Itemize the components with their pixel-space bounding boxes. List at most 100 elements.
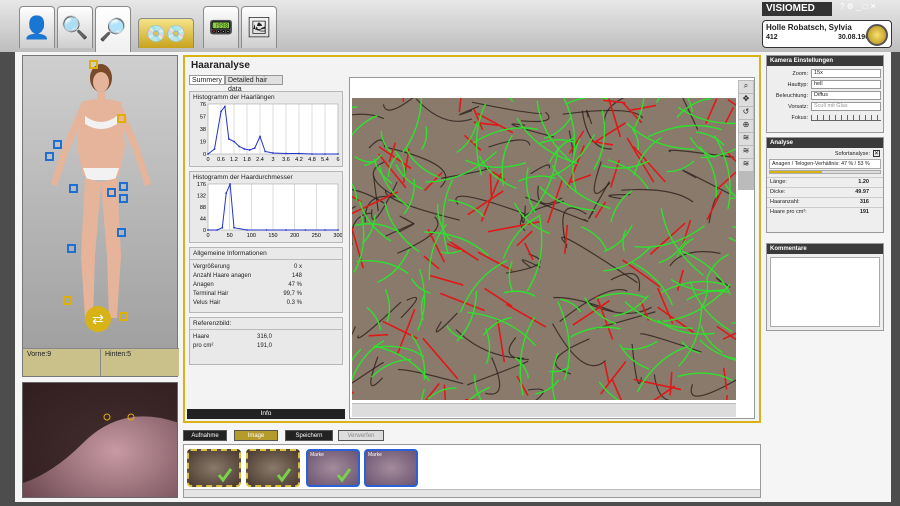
marker-arm-upper[interactable] [53, 140, 62, 149]
reference-info: Referenzbild: Haare 316,0 pro cm² 191,0 [189, 317, 343, 365]
x-tick-label: 200 [290, 233, 299, 239]
x-tick-label: 6 [336, 157, 339, 163]
x-tick-label: 100 [247, 233, 256, 239]
marker-knee[interactable] [117, 228, 126, 237]
focus-slider[interactable] [811, 114, 881, 121]
tab-summary[interactable]: Summery [189, 75, 225, 85]
image-button[interactable]: Image [234, 430, 278, 441]
marker-chest[interactable] [117, 114, 126, 123]
zoom-select[interactable]: 15x [811, 69, 881, 78]
marker-thigh[interactable] [107, 188, 116, 197]
y-tick-label: 19 [200, 140, 206, 146]
person-icon: 👤 [23, 14, 51, 40]
red-hair-mark [489, 173, 493, 196]
marker-hip-left[interactable] [69, 184, 78, 193]
info-row: Anagen 47 % [193, 282, 302, 288]
ratio-label: Anagen / Telogen-Verhältnis: 47 % / 53 % [769, 159, 881, 169]
analysis-row: Länge: 1.20 [767, 177, 883, 187]
comments-textarea[interactable] [770, 257, 880, 327]
hair-marker-icon[interactable]: ≋ [739, 159, 753, 171]
marker-hip-right[interactable] [119, 182, 128, 191]
attachment-select[interactable]: Scull mit Glas [811, 102, 881, 111]
info-row: Vergrößerung 0 x [193, 264, 302, 270]
analysis-row: Haaranzahl: 316 [767, 197, 883, 207]
x-tick-label: 2.4 [256, 157, 264, 163]
x-tick-label: 250 [312, 233, 321, 239]
gallery-icon: 🖼 [246, 17, 272, 39]
flip-view-icon[interactable]: ⇄ [85, 306, 111, 332]
zoom-tool-icon[interactable]: ⌕ [739, 81, 753, 93]
marker-foot-left[interactable] [63, 296, 72, 305]
body-map[interactable]: ⇄ Vorne:9 Hinten:5 [22, 55, 179, 377]
marker-shin[interactable] [67, 244, 76, 253]
checkmark-icon [276, 468, 292, 483]
tab-analysis[interactable]: 🔎 [95, 6, 131, 52]
window-controls[interactable]: ? ⚙ _ □ ✕ [840, 2, 890, 12]
person-search-icon: 🔍 [61, 14, 89, 40]
disc-icon: 💿💿 [146, 25, 186, 43]
lighting-select[interactable]: Diffus [811, 91, 881, 100]
y-tick-label: 0 [203, 228, 206, 234]
camera-preview[interactable] [22, 382, 178, 498]
auto-analysis-label: Sofortanalyse: [834, 150, 870, 157]
y-tick-label: 0 [203, 152, 206, 158]
thumbnail[interactable]: Marke [306, 449, 360, 487]
tab-gallery[interactable]: 🖼 [241, 6, 277, 48]
thumbnail[interactable]: Marke [364, 449, 418, 487]
tab-camera-disc[interactable]: 💿💿 [138, 18, 194, 48]
front-count: Vorne:9 [23, 349, 101, 376]
body-figure [51, 64, 151, 318]
camera-title: Kamera Einstellungen [767, 56, 883, 66]
comments-title: Kommentare [767, 244, 883, 254]
checkmark-icon [336, 468, 352, 483]
x-tick-label: 150 [268, 233, 277, 239]
hair-length-histogram: Histogramm der Haarlängen 0 0.6 1.2 1.8 2.4 3… [189, 91, 343, 167]
checkmark-icon [217, 468, 233, 483]
camera-settings: Kamera Einstellungen Zoom: 15x Hauttyp: he… [766, 55, 884, 133]
hair-marker-icon[interactable]: ≋ [739, 133, 753, 145]
save-button[interactable]: Speichern [285, 430, 333, 441]
skin-type-select[interactable]: hell [811, 80, 881, 89]
pan-tool-icon[interactable]: ✥ [739, 94, 753, 106]
reference-title: Referenzbild: [190, 318, 342, 330]
thumbnail-scrollbar[interactable] [184, 489, 760, 497]
info-button[interactable]: Info [187, 409, 345, 419]
tab-device[interactable]: 📟 [203, 6, 239, 48]
discard-button[interactable]: Verwerfen [338, 430, 384, 441]
magnifier-tool-icon[interactable]: ⊕ [739, 120, 753, 132]
body-count-bar: Vorne:9 Hinten:5 [23, 348, 179, 376]
rotate-tool-icon[interactable]: ↺ [739, 107, 753, 119]
tab-patient[interactable]: 👤 [19, 6, 55, 48]
x-tick-label: 0 [206, 233, 209, 239]
marker-head[interactable] [89, 60, 98, 69]
device-icon: 📟 [208, 17, 234, 39]
brand-logo: VISIOMED [762, 2, 832, 16]
hair-diameter-histogram: Histogramm der Haardurchmesser 0 50 100 150… [189, 171, 343, 243]
thumbnail[interactable] [187, 449, 241, 487]
magnifier-icon: 🔎 [99, 16, 127, 42]
y-tick-label: 57 [200, 115, 206, 121]
marker-foot-right[interactable] [119, 312, 128, 321]
hair-analysis-image[interactable] [352, 98, 736, 400]
auto-analysis-checkbox[interactable]: ✕ [873, 150, 880, 157]
hair-marker-icon[interactable]: ≋ [739, 146, 753, 158]
comments-panel: Kommentare [766, 243, 884, 331]
y-tick-label: 176 [197, 182, 206, 188]
x-tick-label: 1.2 [230, 157, 238, 163]
tab-search-patient[interactable]: 🔍 [57, 6, 93, 48]
x-tick-label: 4.8 [308, 157, 316, 163]
lighting-label: Beleuchtung: [775, 92, 808, 99]
general-info: Allgemeine Informationen Vergrößerung 0 x… [189, 247, 343, 313]
analysis-panel: Analyse Sofortanalyse: ✕ Anagen / Telogen… [766, 137, 884, 233]
marker-arm-lower[interactable] [45, 152, 54, 161]
capture-button[interactable]: Aufnahme [183, 430, 227, 441]
x-tick-label: 5.4 [321, 157, 329, 163]
zoom-label: Zoom: [792, 70, 808, 77]
power-icon[interactable] [866, 24, 888, 46]
image-scrollbar[interactable] [352, 403, 736, 417]
tab-detailed-hair-data[interactable]: Detailed hair data [225, 75, 283, 93]
ref-row: pro cm² 191,0 [193, 343, 272, 349]
thumbnail[interactable] [246, 449, 300, 487]
y-tick-label: 76 [200, 102, 206, 108]
marker-hand-right[interactable] [119, 194, 128, 203]
